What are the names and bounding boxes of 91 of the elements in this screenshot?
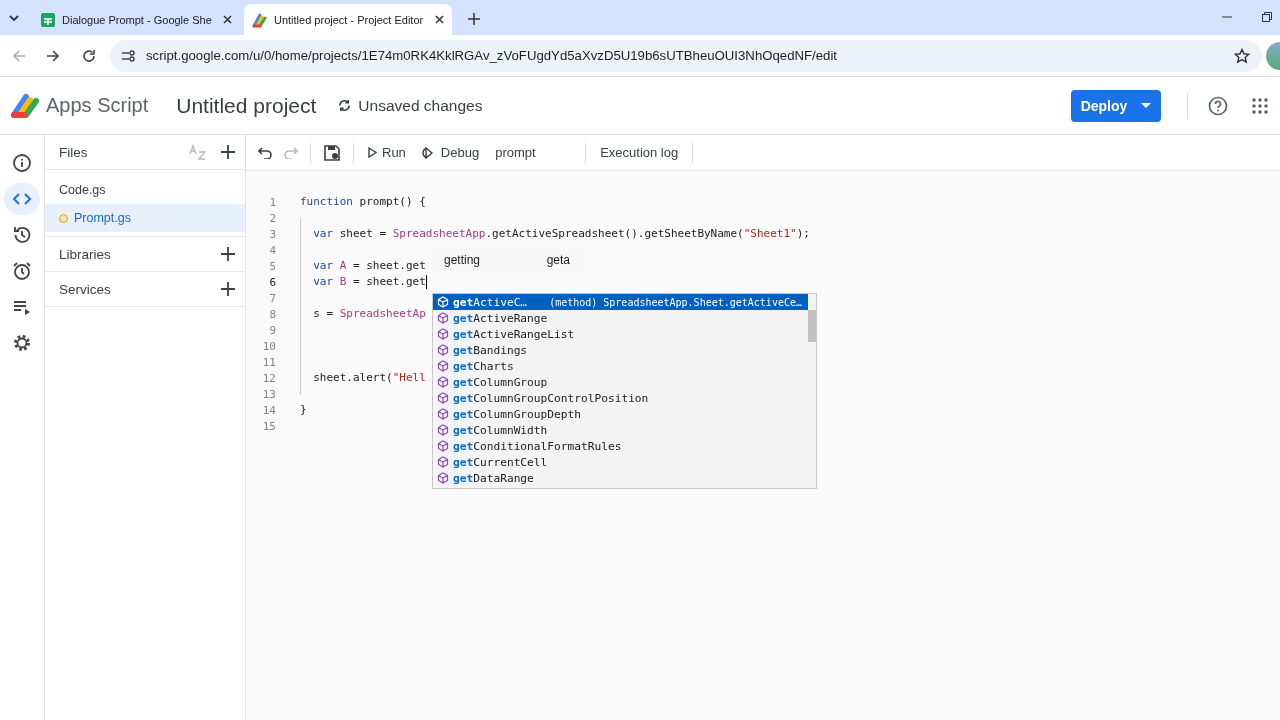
add-icon[interactable] xyxy=(221,247,235,261)
method-icon xyxy=(437,312,449,324)
save-icon[interactable] xyxy=(323,143,341,162)
project-title[interactable]: Untitled project xyxy=(176,93,317,118)
line-number: 11 xyxy=(261,355,276,369)
word-suggestion[interactable]: geta xyxy=(546,253,570,267)
line-number: 6 xyxy=(268,275,276,289)
code-line[interactable]: s = SpreadsheetAp xyxy=(300,306,426,322)
add-icon[interactable] xyxy=(221,282,235,296)
line-number: 2 xyxy=(268,211,276,225)
profile-avatar[interactable] xyxy=(1266,41,1280,70)
method-icon xyxy=(437,424,449,436)
line-number: 4 xyxy=(268,243,276,257)
bookmark-star-icon[interactable] xyxy=(1234,47,1250,64)
line-number: 12 xyxy=(261,371,276,385)
autocomplete-item[interactable]: getActiveC… (method) SpreadsheetApp.Sheet.getActiveCe… xyxy=(433,294,808,310)
method-icon xyxy=(437,344,449,356)
tab-list-caret-icon[interactable] xyxy=(9,14,19,21)
autocomplete-item[interactable]: getActiveRange xyxy=(433,310,808,326)
line-number: 5 xyxy=(268,259,276,273)
method-icon xyxy=(437,360,449,372)
method-icon xyxy=(437,392,449,404)
section-heading[interactable]: Libraries xyxy=(59,246,221,262)
close-icon[interactable] xyxy=(223,15,232,24)
autocomplete-item[interactable]: getColumnGroupDepth xyxy=(433,406,808,422)
deploy-button[interactable]: Deploy xyxy=(1071,89,1161,122)
autocomplete-item[interactable]: getDataRange xyxy=(433,470,808,486)
spreadsheet-icon xyxy=(40,11,56,28)
browser-tab[interactable]: Untitled project - Project Editor xyxy=(244,4,452,35)
debug-button[interactable]: Debug xyxy=(419,141,482,164)
execution-log-button[interactable]: Execution log xyxy=(598,141,681,164)
section-heading[interactable]: Services xyxy=(59,281,221,297)
autocomplete-item[interactable]: getColumnWidth xyxy=(433,422,808,438)
line-number: 9 xyxy=(268,323,276,337)
add-icon[interactable] xyxy=(221,145,235,159)
line-number: 14 xyxy=(261,403,276,417)
method-icon xyxy=(437,328,449,340)
browser-tab[interactable]: Dialogue Prompt - Google She xyxy=(32,4,240,35)
close-icon[interactable] xyxy=(435,15,444,24)
play-icon xyxy=(368,147,377,158)
autocomplete-item[interactable]: getBandings xyxy=(433,342,808,358)
code-line[interactable]: sheet.alert("Hell xyxy=(300,370,426,386)
autocomplete-item[interactable]: getConditionalFormatRules xyxy=(433,438,808,454)
file-item[interactable]: Prompt.gs xyxy=(45,204,245,232)
alarm-clock-icon[interactable] xyxy=(12,261,32,281)
product-name: Apps Script xyxy=(46,94,149,117)
new-tab-icon[interactable] xyxy=(468,13,480,25)
autocomplete-item[interactable]: getCharts xyxy=(433,358,808,374)
run-button[interactable]: Run xyxy=(366,141,408,164)
help-icon[interactable] xyxy=(1208,95,1228,116)
apps-script-logo-icon xyxy=(252,11,268,28)
method-icon xyxy=(437,296,449,308)
line-number: 3 xyxy=(268,227,276,241)
forward-icon[interactable] xyxy=(46,48,60,63)
apps-grid-icon[interactable] xyxy=(1252,97,1268,114)
reload-icon[interactable] xyxy=(82,48,96,63)
scrollbar-thumb[interactable] xyxy=(808,310,816,342)
info-icon[interactable] xyxy=(12,153,32,173)
word-suggestion[interactable]: getting xyxy=(444,253,481,267)
line-number: 10 xyxy=(261,339,276,353)
autocomplete-item[interactable]: getCurrentCell xyxy=(433,454,808,470)
method-icon xyxy=(437,408,449,420)
file-item[interactable]: Code.gs xyxy=(45,176,245,204)
line-number: 13 xyxy=(261,387,276,401)
undo-icon[interactable] xyxy=(258,146,272,159)
code-line[interactable]: function prompt() { xyxy=(300,194,426,210)
apps-script-logo-icon xyxy=(10,92,40,119)
line-number: 8 xyxy=(268,307,276,321)
line-number: 15 xyxy=(261,419,276,433)
method-icon xyxy=(437,472,449,484)
restore-icon[interactable] xyxy=(1262,12,1272,22)
caret-icon xyxy=(1141,103,1152,108)
method-icon xyxy=(437,376,449,388)
files-heading: Files xyxy=(59,144,89,160)
line-number: 1 xyxy=(268,195,276,209)
save-status: Unsaved changes xyxy=(358,96,483,115)
line-number: 7 xyxy=(268,291,276,305)
function-dropdown[interactable]: prompt xyxy=(493,141,574,164)
method-icon xyxy=(437,456,449,468)
sync-icon xyxy=(338,99,352,112)
site-settings-icon[interactable] xyxy=(122,49,136,62)
code-line[interactable]: var sheet = SpreadsheetApp.getActiveSpreadsheet().getSheetByName("Sheet1"); xyxy=(300,226,810,242)
code-line[interactable]: } xyxy=(300,402,307,418)
autocomplete-item[interactable]: getActiveRangeList xyxy=(433,326,808,342)
autocomplete-item[interactable]: getColumnGroupControlPosition xyxy=(433,390,808,406)
method-icon xyxy=(437,440,449,452)
autocomplete-item[interactable]: getColumnGroup xyxy=(433,374,808,390)
settings-icon[interactable] xyxy=(12,333,32,353)
code-line[interactable]: var A = sheet.get xyxy=(300,258,426,274)
code-line[interactable]: var B = sheet.get xyxy=(300,274,427,290)
history-icon[interactable] xyxy=(12,225,32,245)
